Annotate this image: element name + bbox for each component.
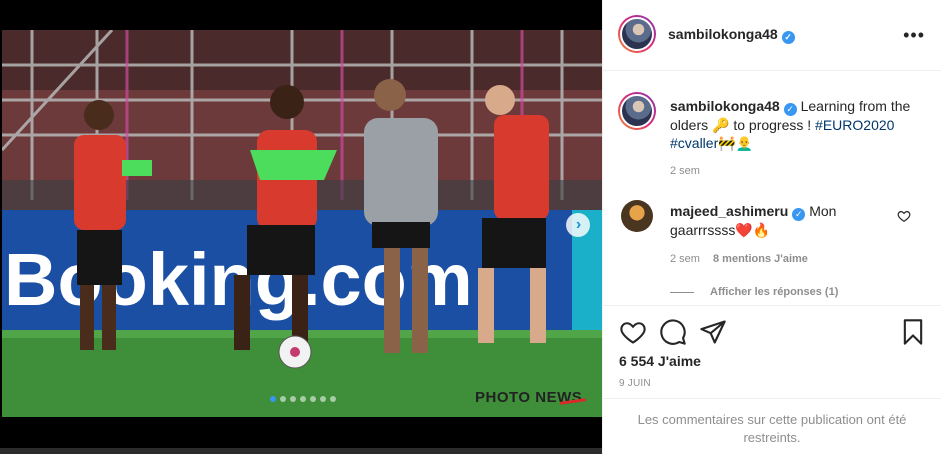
carousel-dot [300,396,306,402]
chevron-right-icon: › [575,216,582,233]
comments-restricted-notice: Les commentaires sur cette publication o… [603,398,941,447]
replies-divider [670,291,694,293]
post-caption: sambilokonga48 ✓ Learning from the olders… [670,97,920,152]
author-username[interactable]: sambilokonga48 ✓ [668,26,795,44]
post-likes-count[interactable]: 6 554 J'aime [619,353,701,369]
carousel-next-button[interactable]: › [566,213,590,237]
verified-badge-icon: ✓ [783,103,797,116]
verified-badge-icon: ✓ [781,31,795,44]
author-username-text[interactable]: sambilokonga48 [668,26,778,42]
caption-timestamp[interactable]: 2 sem [670,165,700,177]
post-side-panel: sambilokonga48 ✓ ••• sambilokonga48 ✓ Lear… [602,0,941,454]
save-bookmark-icon[interactable] [899,318,927,346]
comment-timestamp[interactable]: 2 sem [670,253,700,265]
commenter-avatar[interactable] [621,200,653,232]
post-actions: 6 554 J'aime 9 JUIN Les commentaires sur… [603,305,941,454]
carousel-dot [330,396,336,402]
post-date[interactable]: 9 JUIN [619,378,651,389]
post-photo[interactable]: Booking.com [2,30,602,417]
view-replies-button[interactable]: Afficher les réponses (1) [670,286,838,298]
author-avatar[interactable] [618,15,656,53]
carousel-dots [270,396,336,402]
carousel-dot [270,396,276,402]
caption-username[interactable]: sambilokonga48 [670,98,780,114]
comment-like-heart-icon[interactable] [897,209,911,223]
carousel-dot [280,396,286,402]
comment-likes-count[interactable]: 8 mentions J'aime [713,253,808,265]
caption-emoji: 🚧👨‍🦲 [718,135,754,151]
carousel-dot [310,396,316,402]
media-bottom-band [0,417,602,454]
comment-bubble-icon[interactable] [659,318,687,346]
caption-avatar[interactable] [618,92,656,130]
commenter-username[interactable]: majeed_ashimeru [670,203,788,219]
post-header: sambilokonga48 ✓ ••• [603,0,941,71]
view-replies-label[interactable]: Afficher les réponses (1) [710,286,838,298]
carousel-dot [320,396,326,402]
training-photo: Booking.com [2,30,602,417]
verified-badge-icon: ✓ [792,208,806,221]
carousel-dot [290,396,296,402]
more-options-icon[interactable]: ••• [903,26,925,44]
share-paper-plane-icon[interactable] [699,318,727,346]
hashtag-cvaller[interactable]: #cvaller [670,135,718,151]
hashtag-euro2020[interactable]: #EURO2020 [815,117,894,133]
like-heart-icon[interactable] [619,318,647,346]
comments-section: sambilokonga48 ✓ Learning from the olders… [603,72,941,304]
comment: majeed_ashimeru ✓ Mon gaarrrssss❤️🔥 [670,202,900,239]
post-media: Booking.com [0,0,602,454]
